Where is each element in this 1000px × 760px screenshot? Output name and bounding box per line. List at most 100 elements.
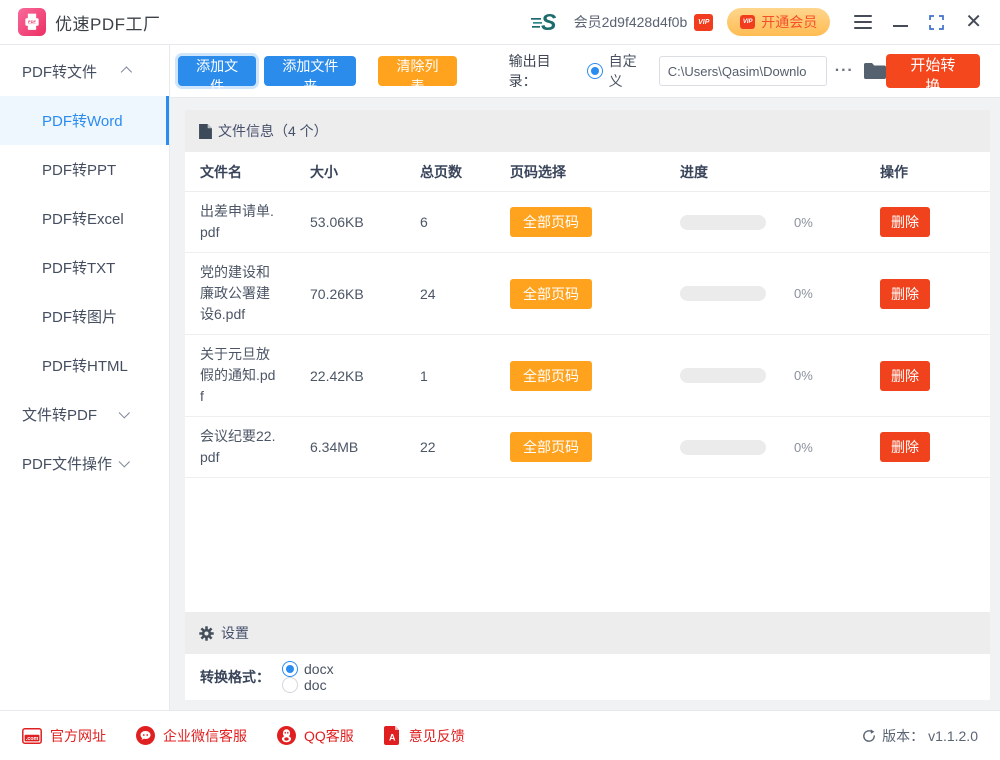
vip-icon: VIP	[740, 15, 755, 29]
radio-unselected-icon	[282, 677, 298, 693]
file-name: 关于元旦放假的通知.pdf	[200, 344, 278, 407]
settings-header: 设置	[185, 612, 990, 654]
version-info: 版本：v1.1.2.0	[862, 726, 978, 746]
maximize-button[interactable]	[929, 15, 944, 30]
radio-selected-icon	[587, 63, 603, 79]
version-value: v1.1.2.0	[928, 728, 978, 744]
document-icon	[199, 124, 212, 139]
main-area: 添加文件 添加文件夹 清除列表 输出目录： 自定义 ··· 开始转换	[170, 45, 1000, 710]
table-row: 党的建设和廉政公署建设6.pdf 70.26KB 24 全部页码 0% 删除	[185, 253, 990, 335]
svg-text:S: S	[541, 9, 557, 35]
toolbar: 添加文件 添加文件夹 清除列表 输出目录： 自定义 ··· 开始转换	[170, 45, 1000, 98]
progress-percent: 0%	[794, 368, 813, 383]
output-path-input[interactable]	[659, 56, 827, 86]
gear-icon	[199, 626, 214, 641]
menu-icon[interactable]	[854, 15, 872, 29]
output-dir-label: 输出目录：	[509, 51, 577, 91]
file-pages: 22	[420, 439, 510, 455]
start-convert-button[interactable]: 开始转换	[886, 54, 980, 88]
feedback-icon: A	[384, 726, 401, 745]
app-logo-icon: PDF	[18, 8, 46, 36]
progress-bar	[680, 440, 766, 455]
file-size: 53.06KB	[310, 214, 420, 230]
progress-bar	[680, 368, 766, 383]
browse-more-button[interactable]: ···	[835, 62, 854, 80]
file-info-title: 文件信息（4 个）	[218, 121, 328, 141]
content-area: 文件信息（4 个） 文件名大小总页数页码选择进度操作 出差申请单.pdf 53.…	[170, 98, 1000, 710]
table-row: 关于元旦放假的通知.pdf 22.42KB 1 全部页码 0% 删除	[185, 335, 990, 417]
refresh-icon	[862, 729, 876, 743]
add-folder-button[interactable]: 添加文件夹	[264, 56, 356, 86]
file-name: 出差申请单.pdf	[200, 201, 278, 243]
table-header: 文件名大小总页数页码选择进度操作	[185, 152, 990, 192]
page-select-button[interactable]: 全部页码	[510, 279, 592, 309]
sidebar-item-5[interactable]: PDF转图片	[0, 292, 169, 341]
page-select-button[interactable]: 全部页码	[510, 432, 592, 462]
format-label: 转换格式：	[200, 667, 270, 687]
column-header-2: 总页数	[420, 162, 510, 182]
close-button[interactable]: ✕	[965, 12, 982, 32]
open-vip-button[interactable]: VIP 开通会员	[727, 8, 830, 36]
footer: .com 官方网址 企业微信客服 QQ客服 A 意见反馈 版本：v1.1.2.0	[0, 710, 1000, 760]
sidebar-item-1[interactable]: PDF转Word	[0, 96, 169, 145]
svg-text:PDF: PDF	[28, 20, 36, 24]
sidebar-item-2[interactable]: PDF转PPT	[0, 145, 169, 194]
open-vip-label: 开通会员	[761, 12, 817, 32]
file-info-header: 文件信息（4 个）	[185, 110, 990, 152]
sidebar-group-7[interactable]: 文件转PDF	[0, 390, 169, 439]
table-row: 会议纪要22.pdf 6.34MB 22 全部页码 0% 删除	[185, 417, 990, 478]
column-header-4: 进度	[680, 162, 880, 182]
custom-dir-radio[interactable]: 自定义	[587, 51, 649, 91]
clear-list-button[interactable]: 清除列表	[378, 56, 456, 86]
sidebar-item-3[interactable]: PDF转Excel	[0, 194, 169, 243]
version-label: 版本：	[882, 726, 924, 746]
radio-selected-icon	[282, 661, 298, 677]
member-account[interactable]: 会员2d9f428d4f0b VIP	[574, 12, 714, 32]
table-row: 出差申请单.pdf 53.06KB 6 全部页码 0% 删除	[185, 192, 990, 253]
file-size: 70.26KB	[310, 286, 420, 302]
svg-text:A: A	[389, 733, 396, 743]
chevron-up-icon	[121, 66, 132, 77]
minimize-button[interactable]	[893, 25, 908, 27]
qq-service-icon	[277, 726, 296, 745]
file-pages: 6	[420, 214, 510, 230]
file-name: 党的建设和廉政公署建设6.pdf	[200, 262, 278, 325]
member-name: 会员2d9f428d4f0b	[574, 12, 688, 32]
column-header-3: 页码选择	[510, 162, 680, 182]
progress-percent: 0%	[794, 215, 813, 230]
svg-text:.com: .com	[26, 736, 39, 742]
chevron-down-icon	[119, 456, 130, 467]
settings-row: 转换格式： docx doc	[185, 654, 990, 700]
website-com-icon: .com	[22, 728, 42, 744]
app-title: 优速PDF工厂	[55, 10, 161, 35]
progress-bar	[680, 215, 766, 230]
empty-space	[185, 478, 990, 612]
delete-button[interactable]: 删除	[880, 361, 930, 391]
footer-link-3[interactable]: A 意见反馈	[384, 726, 465, 746]
sidebar-group-8[interactable]: PDF文件操作	[0, 439, 169, 488]
file-panel: 文件信息（4 个） 文件名大小总页数页码选择进度操作 出差申请单.pdf 53.…	[185, 110, 990, 700]
sidebar-item-4[interactable]: PDF转TXT	[0, 243, 169, 292]
column-header-0: 文件名	[200, 162, 310, 182]
add-file-button[interactable]: 添加文件	[178, 56, 256, 86]
page-select-button[interactable]: 全部页码	[510, 361, 592, 391]
user-avatar[interactable]: S	[530, 9, 560, 35]
format-radio-docx[interactable]: docx	[282, 661, 334, 677]
footer-link-0[interactable]: .com 官方网址	[22, 726, 106, 746]
wechat-service-icon	[136, 726, 155, 745]
column-header-1: 大小	[310, 162, 420, 182]
format-radio-doc[interactable]: doc	[282, 677, 334, 693]
progress-percent: 0%	[794, 286, 813, 301]
delete-button[interactable]: 删除	[880, 432, 930, 462]
sidebar-group-0[interactable]: PDF转文件	[0, 47, 169, 96]
sidebar-item-6[interactable]: PDF转HTML	[0, 341, 169, 390]
file-size: 6.34MB	[310, 439, 420, 455]
column-header-5: 操作	[880, 162, 990, 182]
footer-link-2[interactable]: QQ客服	[277, 726, 354, 746]
delete-button[interactable]: 删除	[880, 207, 930, 237]
footer-link-1[interactable]: 企业微信客服	[136, 726, 247, 746]
open-folder-icon[interactable]	[864, 62, 886, 80]
file-pages: 1	[420, 368, 510, 384]
page-select-button[interactable]: 全部页码	[510, 207, 592, 237]
delete-button[interactable]: 删除	[880, 279, 930, 309]
